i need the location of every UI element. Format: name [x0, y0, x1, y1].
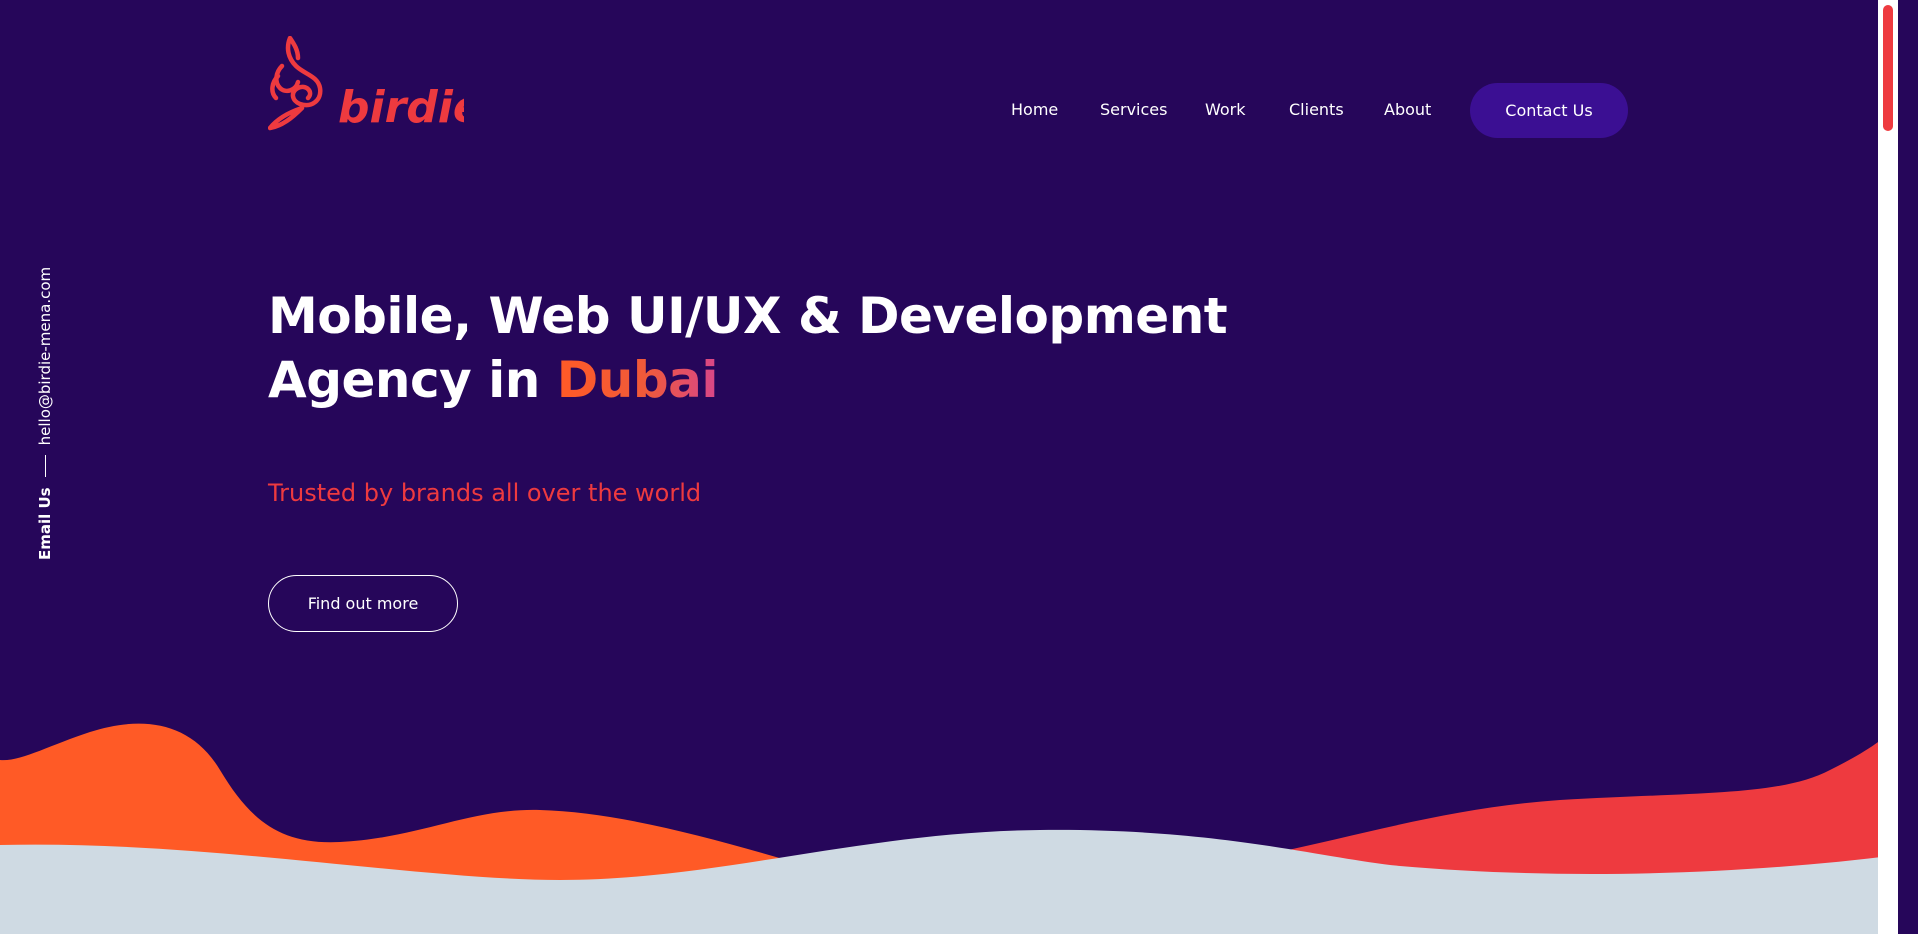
nav-services[interactable]: Services [1100, 100, 1167, 120]
hero-title-accent: Dubai [556, 351, 719, 409]
page-scrollbar[interactable] [1878, 0, 1898, 934]
email-divider [44, 455, 46, 478]
hero-tagline: Trusted by brands all over the world [268, 479, 702, 507]
main-nav: Home Services Work Clients About Contact… [0, 83, 1898, 138]
hero-title: Mobile, Web UI/UX & Development Agency i… [268, 284, 1228, 412]
hero-title-line-1: Mobile, Web UI/UX & Development [268, 287, 1228, 345]
find-out-more-button[interactable]: Find out more [268, 575, 458, 632]
hero-title-prefix: Agency in [268, 351, 557, 409]
page: birdie Home Services Work Clients About … [0, 0, 1898, 934]
contact-us-button[interactable]: Contact Us [1470, 83, 1628, 138]
email-us-label: Email Us [36, 487, 54, 560]
waves-graphic [0, 723, 1898, 934]
nav-home[interactable]: Home [1011, 100, 1058, 120]
decorative-waves [0, 700, 1898, 934]
nav-clients[interactable]: Clients [1289, 100, 1344, 120]
hero-title-line-2: Agency in Dubai [268, 348, 1227, 412]
scrollbar-thumb[interactable] [1883, 5, 1893, 131]
nav-work[interactable]: Work [1205, 100, 1246, 120]
nav-about[interactable]: About [1384, 100, 1431, 120]
email-link[interactable]: hello@birdie-mena.com [36, 267, 54, 446]
side-email: Email Us hello@birdie-mena.com [36, 267, 54, 560]
